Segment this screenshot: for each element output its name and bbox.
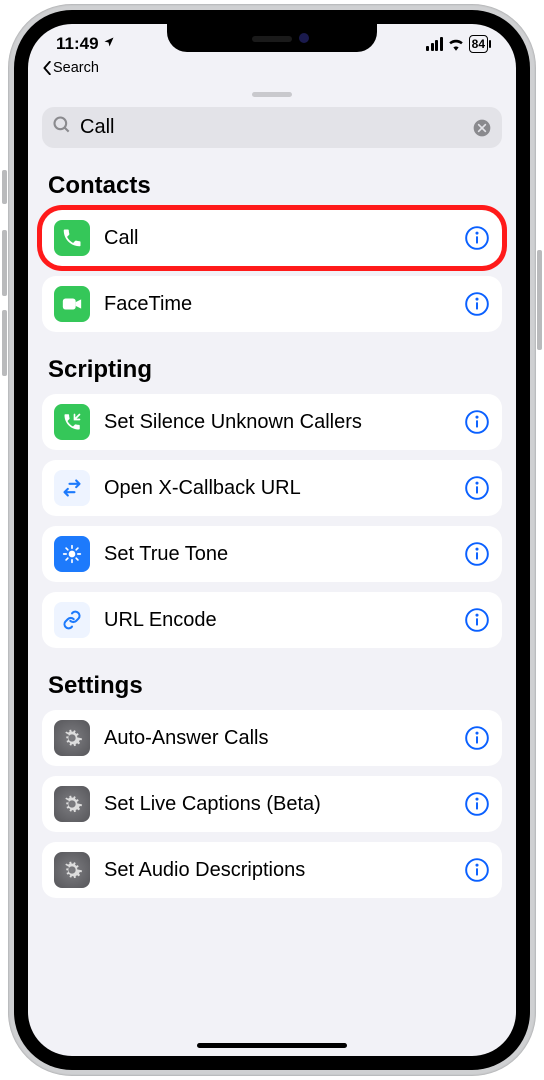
action-label: FaceTime <box>104 293 450 316</box>
section-contacts: Contacts <box>48 172 502 200</box>
section-scripting: Scripting <box>48 356 502 384</box>
battery-icon: 84 <box>469 35 488 53</box>
arrows-icon <box>54 470 90 506</box>
back-nav[interactable]: Search <box>28 58 516 76</box>
action-truetone[interactable]: Set True Tone <box>42 526 502 582</box>
brightness-icon <box>54 536 90 572</box>
volume-up[interactable] <box>2 230 7 296</box>
action-label: Set Audio Descriptions <box>104 859 450 882</box>
action-xcallback[interactable]: Open X-Callback URL <box>42 460 502 516</box>
action-label: Set True Tone <box>104 543 450 566</box>
clear-search-button[interactable] <box>472 118 492 138</box>
gear-icon <box>54 720 90 756</box>
section-settings: Settings <box>48 672 502 700</box>
home-indicator[interactable] <box>197 1043 347 1048</box>
action-label: Set Silence Unknown Callers <box>104 411 450 434</box>
video-icon <box>54 286 90 322</box>
action-facetime[interactable]: FaceTime <box>42 276 502 332</box>
side-button[interactable] <box>537 250 542 350</box>
gear-icon <box>54 852 90 888</box>
action-audiodesc[interactable]: Set Audio Descriptions <box>42 842 502 898</box>
action-silence-unknown[interactable]: Set Silence Unknown Callers <box>42 394 502 450</box>
status-time: 11:49 <box>56 34 99 54</box>
info-button[interactable] <box>464 291 490 317</box>
action-autoanswer[interactable]: Auto-Answer Calls <box>42 710 502 766</box>
cellular-icon <box>426 37 443 51</box>
phone-incoming-icon <box>54 404 90 440</box>
action-livecaptions[interactable]: Set Live Captions (Beta) <box>42 776 502 832</box>
action-call[interactable]: Call <box>42 210 502 266</box>
search-text: Call <box>80 116 464 139</box>
info-button[interactable] <box>464 607 490 633</box>
info-button[interactable] <box>464 791 490 817</box>
chevron-left-icon <box>42 61 53 75</box>
search-icon <box>52 115 72 140</box>
info-button[interactable] <box>464 857 490 883</box>
phone-icon <box>54 220 90 256</box>
link-icon <box>54 602 90 638</box>
sheet-grabber[interactable] <box>252 92 292 97</box>
notch <box>167 24 377 52</box>
action-label: Call <box>104 227 450 250</box>
search-input[interactable]: Call <box>42 107 502 148</box>
action-label: URL Encode <box>104 609 450 632</box>
volume-down[interactable] <box>2 310 7 376</box>
action-label: Set Live Captions (Beta) <box>104 793 450 816</box>
phone-frame: 11:49 84 Search <box>8 4 536 1076</box>
action-urlencode[interactable]: URL Encode <box>42 592 502 648</box>
action-label: Open X-Callback URL <box>104 477 450 500</box>
wifi-icon <box>447 37 465 51</box>
info-button[interactable] <box>464 541 490 567</box>
mute-switch[interactable] <box>2 170 7 204</box>
info-button[interactable] <box>464 475 490 501</box>
info-button[interactable] <box>464 225 490 251</box>
action-label: Auto-Answer Calls <box>104 727 450 750</box>
info-button[interactable] <box>464 409 490 435</box>
location-icon <box>103 33 115 53</box>
gear-icon <box>54 786 90 822</box>
info-button[interactable] <box>464 725 490 751</box>
back-label: Search <box>53 60 99 76</box>
